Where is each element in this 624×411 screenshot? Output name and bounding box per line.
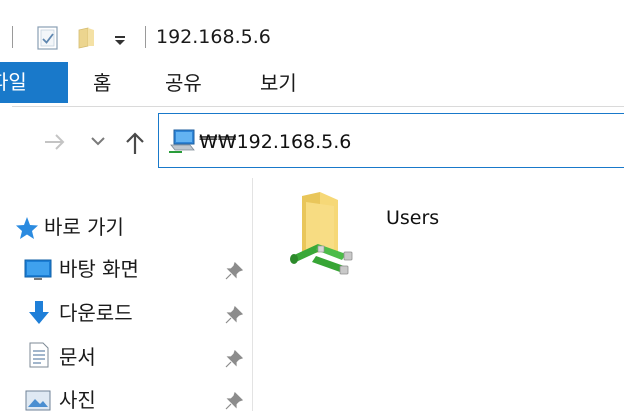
sidebar-item-desktop[interactable]: 바탕 화면: [24, 254, 254, 294]
tab-home[interactable]: 홈: [93, 62, 111, 103]
document-icon: [28, 342, 50, 368]
chevron-down-icon: [91, 137, 105, 146]
title-bar-separator: [145, 26, 146, 48]
properties-icon[interactable]: [37, 26, 59, 50]
sidebar-item-label: 사진: [59, 388, 96, 411]
pin-icon[interactable]: [225, 391, 244, 410]
folder-item-users[interactable]: Users: [288, 190, 498, 290]
download-icon: [27, 300, 51, 326]
tab-share[interactable]: 공유: [165, 62, 202, 103]
ribbon-divider: [12, 106, 624, 107]
title-bar: 192.168.5.6: [0, 0, 624, 62]
forward-button[interactable]: [42, 130, 68, 154]
sidebar-item-label: 바탕 화면: [59, 257, 139, 281]
arrow-up-icon: [126, 132, 144, 154]
tab-view[interactable]: 보기: [260, 62, 297, 103]
up-button[interactable]: [123, 130, 147, 156]
star-icon: [14, 215, 40, 241]
pictures-icon: [25, 390, 51, 411]
shared-folder-icon: [288, 190, 368, 282]
tab-file-label: 파일: [0, 70, 27, 94]
address-bar[interactable]: ₩₩192.168.5.6: [158, 113, 624, 168]
address-path: ₩₩192.168.5.6: [199, 131, 352, 153]
tab-file[interactable]: 파일: [0, 62, 68, 103]
folder-name: Users: [386, 207, 440, 229]
new-folder-icon[interactable]: [76, 26, 98, 50]
sidebar-item-label: 다운로드: [59, 301, 133, 325]
pin-icon[interactable]: [225, 349, 244, 368]
quick-access-toolbar-dropdown-icon[interactable]: [113, 32, 127, 45]
desktop-icon: [24, 259, 52, 281]
title-bar-separator: [12, 26, 13, 48]
window-title: 192.168.5.6: [156, 26, 271, 48]
sidebar-item-downloads[interactable]: 다운로드: [24, 298, 254, 338]
arrow-right-icon: [45, 134, 65, 150]
recent-locations-button[interactable]: [90, 134, 106, 148]
sidebar-quick-access-label: 바로 가기: [44, 215, 124, 239]
sidebar-item-pictures[interactable]: 사진: [24, 386, 254, 411]
sidebar-item-documents[interactable]: 문서: [24, 342, 254, 382]
pin-icon[interactable]: [225, 305, 244, 324]
pin-icon[interactable]: [225, 261, 244, 280]
sidebar-item-label: 문서: [59, 345, 96, 369]
network-computer-icon: [168, 128, 196, 154]
sidebar-quick-access[interactable]: 바로 가기: [14, 210, 244, 250]
